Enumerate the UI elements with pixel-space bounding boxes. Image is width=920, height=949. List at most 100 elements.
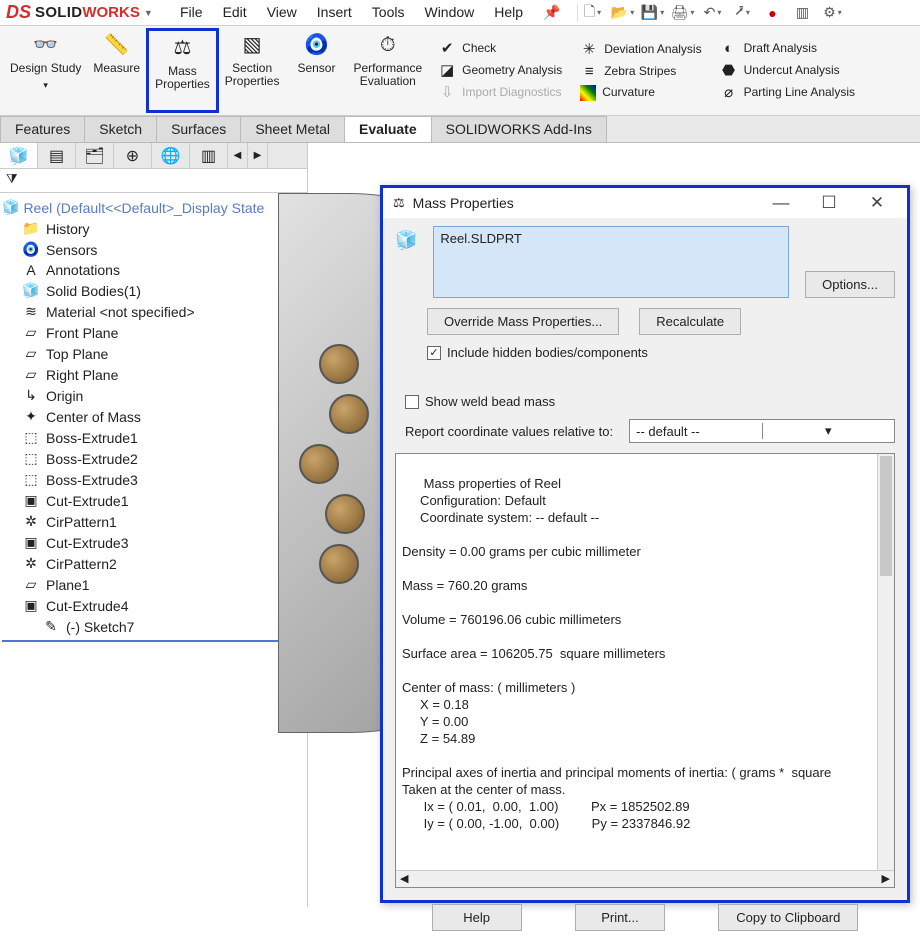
tree-item-icon: ⬚ bbox=[22, 429, 40, 446]
tree-item-label: CirPattern1 bbox=[46, 514, 117, 530]
curvature-button[interactable]: Curvature bbox=[574, 83, 707, 103]
copy-clipboard-button[interactable]: Copy to Clipboard bbox=[718, 904, 858, 931]
tree-item-10[interactable]: ⬚Boss-Extrude1 bbox=[2, 427, 305, 448]
display-manager-tab[interactable]: 🌐 bbox=[152, 143, 190, 168]
new-icon[interactable]: 🗋▾ bbox=[584, 4, 602, 22]
measure-button[interactable]: 📏 Measure bbox=[87, 28, 146, 113]
coord-system-dropdown[interactable]: -- default -- ▾ bbox=[629, 419, 895, 443]
tab-features[interactable]: Features bbox=[0, 116, 85, 142]
tree-item-11[interactable]: ⬚Boss-Extrude2 bbox=[2, 448, 305, 469]
override-mass-properties-button[interactable]: Override Mass Properties... bbox=[427, 308, 619, 335]
property-manager-tab[interactable]: ▤ bbox=[38, 143, 76, 168]
tree-item-icon: ✲ bbox=[22, 555, 40, 572]
tree-item-7[interactable]: ▱Right Plane bbox=[2, 364, 305, 385]
dimxpert-tab[interactable]: ⊕ bbox=[114, 143, 152, 168]
tree-item-2[interactable]: AAnnotations bbox=[2, 260, 305, 280]
tree-filter[interactable]: ⧩ bbox=[0, 169, 307, 193]
dialog-titlebar: ⚖ Mass Properties — ☐ ✕ bbox=[383, 188, 907, 218]
menu-file[interactable]: File bbox=[170, 1, 213, 24]
select-icon[interactable]: ⭷▾ bbox=[734, 4, 752, 22]
design-study-button[interactable]: 👓 Design Study ▾ bbox=[4, 28, 87, 113]
command-manager-tabs: Features Sketch Surfaces Sheet Metal Eva… bbox=[0, 116, 920, 143]
tree-item-9[interactable]: ✦Center of Mass bbox=[2, 406, 305, 427]
pin-icon[interactable]: 📌 bbox=[533, 1, 570, 24]
results-textbox[interactable]: Mass properties of Reel Configuration: D… bbox=[395, 453, 895, 888]
mass-properties-button[interactable]: ⚖ Mass Properties bbox=[146, 28, 219, 113]
zebra-stripes-button[interactable]: ≡Zebra Stripes bbox=[574, 61, 707, 83]
options-button[interactable]: Options... bbox=[805, 271, 895, 298]
feature-tree-tab[interactable]: 🧊 bbox=[0, 143, 38, 168]
show-weld-checkbox[interactable]: Show weld bead mass bbox=[395, 394, 895, 409]
print-button[interactable]: Print... bbox=[575, 904, 665, 931]
include-hidden-checkbox[interactable]: ✓ Include hidden bodies/components bbox=[395, 345, 895, 360]
tab-surfaces[interactable]: Surfaces bbox=[156, 116, 241, 142]
tree-item-3[interactable]: 🧊Solid Bodies(1) bbox=[2, 280, 305, 301]
help-button[interactable]: Help bbox=[432, 904, 522, 931]
tree-item-18[interactable]: ▣Cut-Extrude4 bbox=[2, 595, 305, 616]
undercut-analysis-button[interactable]: ⬣Undercut Analysis bbox=[714, 60, 861, 82]
side-tabs-left-icon[interactable]: ◀ bbox=[228, 143, 248, 168]
tab-sketch[interactable]: Sketch bbox=[84, 116, 157, 142]
tree-rollback-bar[interactable] bbox=[2, 640, 305, 642]
import-diagnostics-button[interactable]: ⇩Import Diagnostics bbox=[432, 82, 568, 104]
tree-item-4[interactable]: ≋Material <not specified> bbox=[2, 301, 305, 322]
print-icon[interactable]: 🖨▾ bbox=[674, 4, 692, 22]
section-properties-button[interactable]: ▧ Section Properties bbox=[219, 28, 286, 113]
draft-analysis-button[interactable]: ◐Draft Analysis bbox=[714, 38, 861, 60]
logo-dropdown-icon[interactable]: ▼ bbox=[144, 8, 153, 18]
sensor-button[interactable]: 🧿 Sensor bbox=[285, 28, 347, 113]
rebuild-icon[interactable]: ● bbox=[764, 4, 782, 22]
selection-field[interactable]: Reel.SLDPRT bbox=[433, 226, 789, 298]
configuration-tab[interactable]: 🗂 bbox=[76, 143, 114, 168]
logo-text: SOLIDWORKS bbox=[35, 4, 140, 21]
tab-evaluate[interactable]: Evaluate bbox=[344, 116, 432, 142]
tree-item-13[interactable]: ▣Cut-Extrude1 bbox=[2, 490, 305, 511]
tree-item-icon: ↳ bbox=[22, 387, 40, 404]
options-icon[interactable]: ▥ bbox=[794, 4, 812, 22]
undo-icon[interactable]: ↶▾ bbox=[704, 4, 722, 22]
maximize-icon[interactable]: ☐ bbox=[809, 193, 849, 213]
tree-root[interactable]: 🧊 Reel (Default<<Default>_Display State bbox=[2, 197, 305, 218]
menu-view[interactable]: View bbox=[257, 1, 307, 24]
curvature-label: Curvature bbox=[602, 86, 655, 99]
menu-edit[interactable]: Edit bbox=[213, 1, 257, 24]
tree-item-icon: ≋ bbox=[22, 303, 40, 320]
tab-addins[interactable]: SOLIDWORKS Add-Ins bbox=[431, 116, 607, 142]
appearances-tab[interactable]: ▥ bbox=[190, 143, 228, 168]
tree-item-label: Solid Bodies(1) bbox=[46, 283, 141, 299]
tree-item-15[interactable]: ▣Cut-Extrude3 bbox=[2, 532, 305, 553]
tree-child-sketch7[interactable]: ✎ (-) Sketch7 bbox=[2, 616, 305, 637]
curvature-icon bbox=[580, 85, 596, 101]
geometry-analysis-button[interactable]: ◪Geometry Analysis bbox=[432, 60, 568, 82]
tree-item-14[interactable]: ✲CirPattern1 bbox=[2, 511, 305, 532]
tree-item-16[interactable]: ✲CirPattern2 bbox=[2, 553, 305, 574]
tree-item-12[interactable]: ⬚Boss-Extrude3 bbox=[2, 469, 305, 490]
deviation-analysis-button[interactable]: ✳Deviation Analysis bbox=[574, 39, 707, 61]
side-tabs-right-icon[interactable]: ▶ bbox=[248, 143, 268, 168]
check-button[interactable]: ✔Check bbox=[432, 38, 568, 60]
tree-item-1[interactable]: 🧿Sensors bbox=[2, 239, 305, 260]
minimize-icon[interactable]: — bbox=[761, 193, 801, 213]
open-icon[interactable]: 📂▾ bbox=[614, 4, 632, 22]
tree-item-8[interactable]: ↳Origin bbox=[2, 385, 305, 406]
tree-item-0[interactable]: 📁History bbox=[2, 218, 305, 239]
menu-window[interactable]: Window bbox=[414, 1, 484, 24]
results-hscroll[interactable]: ◀▶ bbox=[396, 870, 894, 887]
tree-item-icon: ⬚ bbox=[22, 471, 40, 488]
menu-tools[interactable]: Tools bbox=[362, 1, 415, 24]
performance-eval-button[interactable]: ⏱ Performance Evaluation bbox=[347, 28, 428, 113]
import-diagnostics-label: Import Diagnostics bbox=[462, 86, 561, 99]
menu-help[interactable]: Help bbox=[484, 1, 533, 24]
parting-line-button[interactable]: ⌀Parting Line Analysis bbox=[714, 82, 861, 104]
tab-sheet-metal[interactable]: Sheet Metal bbox=[240, 116, 345, 142]
save-icon[interactable]: 💾▾ bbox=[644, 4, 662, 22]
tree-item-6[interactable]: ▱Top Plane bbox=[2, 343, 305, 364]
results-vscroll[interactable] bbox=[877, 454, 894, 870]
tree-item-5[interactable]: ▱Front Plane bbox=[2, 322, 305, 343]
menu-insert[interactable]: Insert bbox=[307, 1, 362, 24]
tree-item-label: Right Plane bbox=[46, 367, 118, 383]
recalculate-button[interactable]: Recalculate bbox=[639, 308, 741, 335]
close-icon[interactable]: ✕ bbox=[857, 193, 897, 213]
settings-icon[interactable]: ⚙▾ bbox=[824, 4, 842, 22]
tree-item-17[interactable]: ▱Plane1 bbox=[2, 574, 305, 595]
